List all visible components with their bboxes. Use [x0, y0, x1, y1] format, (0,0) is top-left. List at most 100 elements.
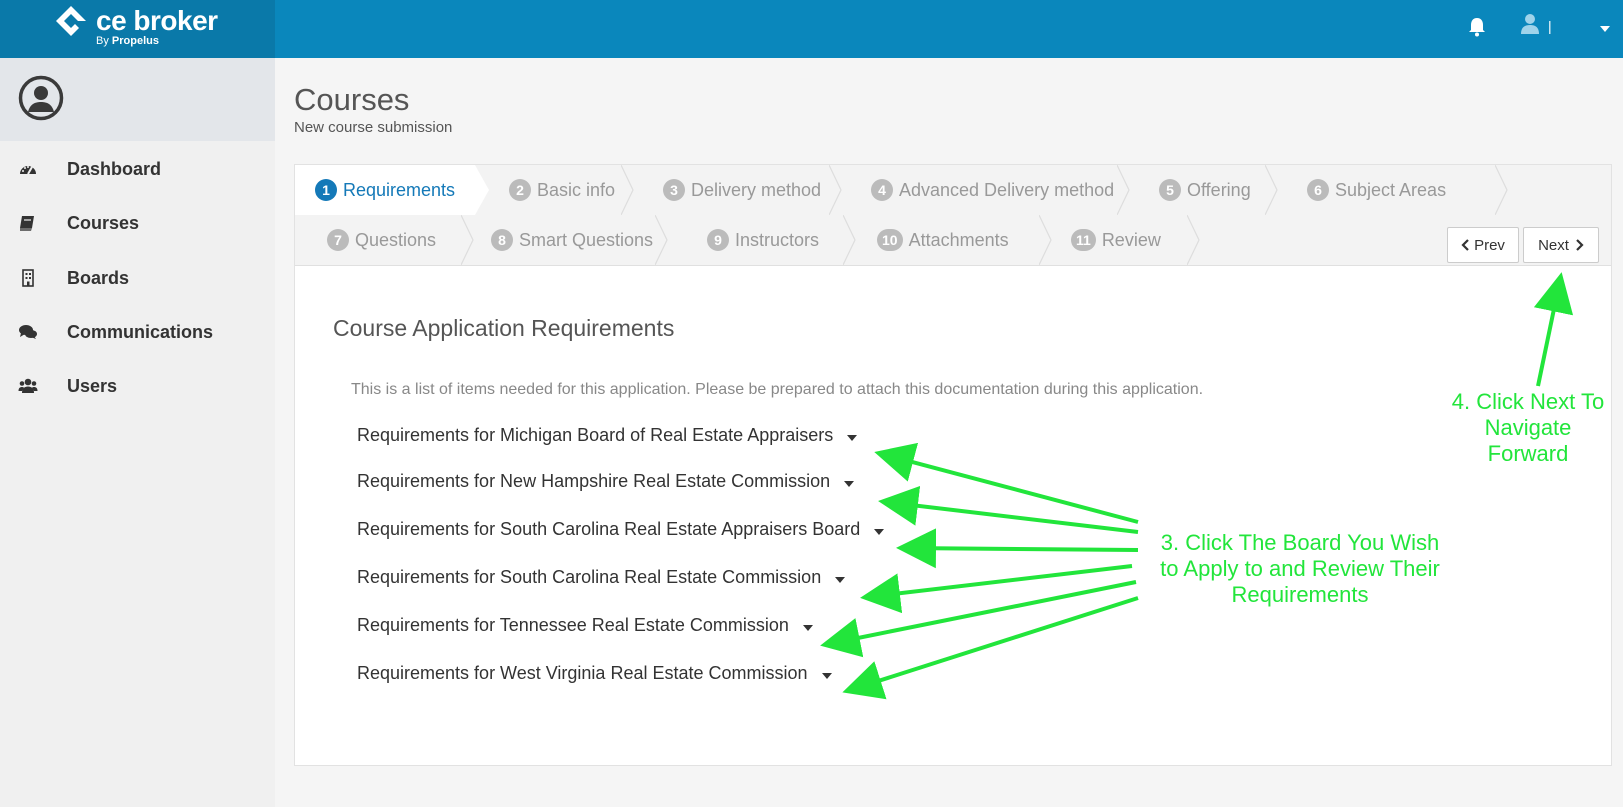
step-chevron [829, 165, 842, 215]
next-label: Next [1538, 236, 1569, 254]
step-number: 2 [509, 179, 531, 201]
step-label: Attachments [908, 229, 1009, 250]
caret-down-icon [835, 576, 846, 583]
step-number: 1 [315, 179, 337, 201]
user-icon[interactable] [1520, 13, 1540, 35]
caret-down-icon [844, 480, 855, 487]
requirement-label: Requirements for West Virginia Real Esta… [357, 663, 808, 683]
wizard-step-instructors[interactable]: 9 Instructors [707, 215, 819, 265]
wizard-step-requirements[interactable]: 1 Requirements [295, 165, 475, 215]
requirement-dropdown-new-hampshire[interactable]: Requirements for New Hampshire Real Esta… [357, 471, 855, 492]
step-number: 8 [491, 229, 513, 251]
sidebar: Dashboard Courses Boards Communications [0, 58, 275, 807]
prev-label: Prev [1474, 236, 1505, 254]
step-label: Advanced Delivery method [899, 179, 1115, 200]
step-label: Subject Areas [1335, 179, 1447, 200]
sidebar-item-boards[interactable]: Boards [0, 258, 275, 298]
page-title: Courses [294, 82, 410, 117]
requirement-dropdown-tennessee[interactable]: Requirements for Tennessee Real Estate C… [357, 615, 813, 636]
requirement-label: Requirements for Tennessee Real Estate C… [357, 615, 789, 635]
chevron-left-icon [1461, 239, 1469, 251]
next-button[interactable]: Next [1523, 227, 1599, 263]
wizard-step-advanced-delivery-method[interactable]: 4 Advanced Delivery method [871, 165, 1114, 215]
step-number: 5 [1159, 179, 1181, 201]
sidebar-item-dashboard[interactable]: Dashboard [0, 149, 275, 189]
chat-bubbles-icon [19, 325, 37, 339]
step-chevron [655, 215, 668, 265]
book-icon [20, 216, 34, 231]
brand-name: ce broker [96, 5, 218, 36]
requirements-description: This is a list of items needed for this … [351, 381, 1204, 398]
dashboard-gauge-icon [20, 166, 36, 175]
requirement-label: Requirements for South Carolina Real Est… [357, 519, 861, 539]
course-card: 1 Requirements 2 Basic info 3 Delivery meth… [294, 164, 1612, 766]
wizard-step-offering[interactable]: 5 Offering [1159, 165, 1251, 215]
annotation-next: 4. Click Next To Navigate Forward [1438, 389, 1618, 467]
user-separator: | [1548, 18, 1552, 34]
annotation-line: to Apply to and Review Their [1160, 556, 1440, 581]
prev-button[interactable]: Prev [1447, 227, 1519, 263]
brand[interactable]: ce broker By Propelus [0, 0, 275, 58]
step-chevron [621, 165, 634, 215]
caret-down-icon [847, 434, 858, 441]
step-chevron [1039, 215, 1052, 265]
annotation-line: Requirements [1231, 582, 1369, 607]
requirement-label: Requirements for South Carolina Real Est… [357, 567, 822, 587]
wizard-step-attachments[interactable]: 10 Attachments [877, 215, 1009, 265]
brand-subtitle: By Propelus [96, 35, 159, 47]
wizard-steps: 1 Requirements 2 Basic info 3 Delivery meth… [295, 165, 1611, 266]
wizard-step-delivery-method[interactable]: 3 Delivery method [663, 165, 821, 215]
requirement-dropdown-sc-commission[interactable]: Requirements for South Carolina Real Est… [357, 567, 846, 588]
ce-broker-diamond-icon [56, 6, 86, 36]
sidebar-item-label: Communications [67, 321, 214, 342]
annotation-line: Navigate [1484, 415, 1572, 440]
caret-down-icon [802, 624, 813, 631]
annotation-board: 3. Click The Board You Wish to Apply to … [1140, 530, 1460, 608]
step-number: 11 [1071, 229, 1096, 251]
sidebar-item-label: Courses [67, 212, 140, 233]
requirement-dropdown-michigan[interactable]: Requirements for Michigan Board of Real … [357, 425, 858, 446]
step-label: Basic info [537, 179, 616, 200]
step-chevron [475, 165, 489, 215]
caret-down-icon [821, 672, 832, 679]
chevron-right-icon [1576, 239, 1584, 251]
page-subtitle: New course submission [294, 119, 453, 136]
step-number: 3 [663, 179, 685, 201]
step-label: Requirements [343, 179, 456, 200]
step-label: Review [1101, 229, 1161, 250]
step-label: Questions [355, 229, 437, 250]
wizard-step-subject-areas[interactable]: 6 Subject Areas [1307, 165, 1446, 215]
sidebar-item-label: Boards [67, 267, 130, 288]
step-chevron [1265, 165, 1278, 215]
step-label: Smart Questions [519, 229, 654, 250]
requirement-dropdown-west-virginia[interactable]: Requirements for West Virginia Real Esta… [357, 663, 832, 684]
step-number: 6 [1307, 179, 1329, 201]
step-number: 4 [871, 179, 893, 201]
step-chevron [1187, 215, 1200, 265]
sidebar-item-courses[interactable]: Courses [0, 203, 275, 243]
bell-icon[interactable] [1468, 17, 1486, 37]
wizard-step-basic-info[interactable]: 2 Basic info [509, 165, 615, 215]
user-circle-icon [18, 75, 64, 121]
sidebar-item-label: Dashboard [67, 158, 162, 179]
step-label: Delivery method [691, 179, 822, 200]
requirement-label: Requirements for Michigan Board of Real … [357, 425, 834, 445]
sidebar-item-communications[interactable]: Communications [0, 312, 275, 352]
step-label: Offering [1187, 179, 1251, 200]
step-chevron [843, 215, 856, 265]
wizard-step-smart-questions[interactable]: 8 Smart Questions [491, 215, 653, 265]
step-chevron [1495, 165, 1508, 215]
step-number: 9 [707, 229, 729, 251]
requirement-label: Requirements for New Hampshire Real Esta… [357, 471, 831, 491]
step-label: Instructors [735, 229, 820, 250]
wizard-step-questions[interactable]: 7 Questions [327, 215, 436, 265]
brand-sub-prefix: By [96, 35, 112, 47]
requirements-title: Course Application Requirements [333, 315, 675, 341]
requirement-dropdown-sc-appraisers[interactable]: Requirements for South Carolina Real Est… [357, 519, 885, 540]
building-icon [22, 269, 34, 287]
caret-down-icon[interactable] [1600, 26, 1610, 32]
step-number: 10 [877, 229, 903, 251]
wizard-step-review[interactable]: 11 Review [1071, 215, 1161, 265]
sidebar-item-users[interactable]: Users [0, 366, 275, 406]
profile-block[interactable] [0, 58, 275, 141]
